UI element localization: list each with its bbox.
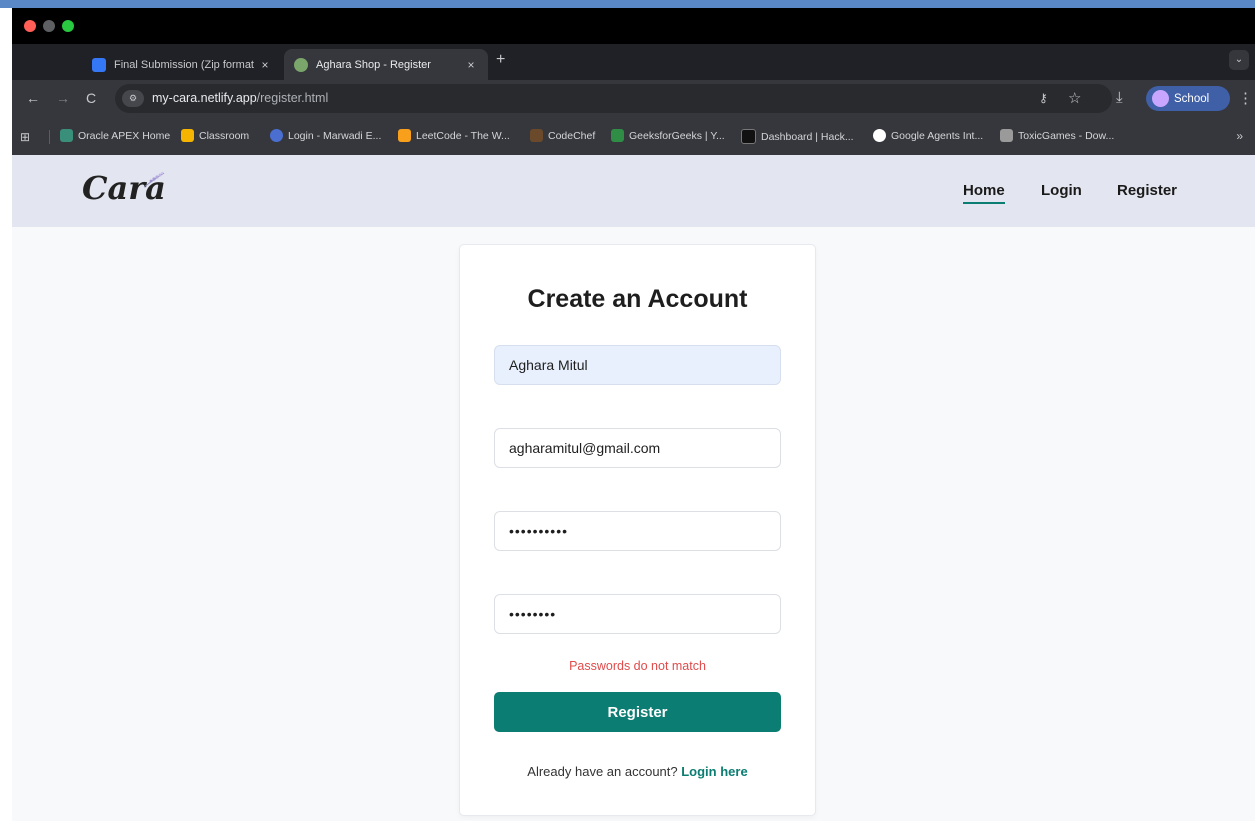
new-tab-button[interactable]: + (496, 51, 505, 69)
desktop-left-strip (0, 8, 12, 821)
bookmark-label: Google Agents Int... (891, 129, 984, 142)
login-here-link[interactable]: Login here (681, 764, 747, 779)
bookmark-label: LeetCode - The W... (416, 129, 510, 142)
forward-arrow-icon[interactable]: → (56, 90, 70, 106)
url-text: my-cara.netlify.app/register.html (152, 91, 328, 105)
bookmarks-bar: ⊞ Oracle APEX Home Classroom Login - Mar… (12, 118, 1255, 155)
download-icon[interactable]: ⤓ (1116, 89, 1123, 106)
tab-search-chevron-icon[interactable]: ⌄ (1229, 50, 1249, 70)
tab-final-submission[interactable]: Final Submission (Zip format × (84, 49, 282, 80)
login-prompt: Already have an account? Login here (460, 764, 815, 779)
reload-icon[interactable]: C (86, 90, 96, 106)
site-favicon-icon (294, 57, 308, 72)
close-window-button[interactable] (24, 20, 36, 32)
tab-close-icon[interactable]: × (256, 58, 274, 72)
more-bookmarks-icon[interactable]: » (1236, 129, 1243, 143)
register-button[interactable]: Register (494, 692, 781, 732)
hackerrank-icon (741, 129, 756, 144)
bookmark-oracle-apex[interactable]: Oracle APEX Home (60, 129, 170, 142)
bookmark-leetcode[interactable]: LeetCode - The W... (398, 129, 510, 142)
bookmark-dashboard-hack[interactable]: Dashboard | Hack... (741, 129, 854, 144)
bookmark-classroom[interactable]: Classroom (181, 129, 249, 142)
site-header: Cara Home Login Register (12, 155, 1255, 227)
leetcode-icon (398, 129, 411, 142)
bookmark-geeksforgeeks[interactable]: GeeksforGeeks | Y... (611, 129, 725, 142)
password-key-icon[interactable]: ⚷ (1039, 91, 1048, 105)
address-bar[interactable]: ⚙ my-cara.netlify.app/register.html ⚷ ☆ (115, 84, 1112, 113)
tab-aghara-shop-register[interactable]: Aghara Shop - Register × (284, 49, 488, 80)
lavender-flower-icon (143, 171, 165, 188)
bookmark-divider (49, 130, 50, 144)
browser-window: Final Submission (Zip format × Aghara Sh… (12, 8, 1255, 821)
bookmark-label: Oracle APEX Home (78, 129, 171, 142)
password-field[interactable] (494, 511, 781, 551)
zoom-window-button[interactable] (62, 20, 74, 32)
browser-toolbar: ← → C ⚙ my-cara.netlify.app/register.htm… (12, 80, 1255, 118)
nav-home-link[interactable]: Home (963, 182, 1005, 199)
bookmark-label: GeeksforGeeks | Y... (629, 129, 725, 142)
bookmark-label: CodeChef (548, 129, 596, 142)
classroom-icon (181, 129, 194, 142)
desktop-top-strip (0, 0, 1255, 8)
apps-grid-icon[interactable]: ⊞ (20, 130, 30, 144)
bookmark-toxicgames[interactable]: ToxicGames - Dow... (1000, 129, 1114, 142)
oracle-apex-icon (60, 129, 73, 142)
codechef-icon (530, 129, 543, 142)
bookmark-label: ToxicGames - Dow... (1018, 129, 1115, 142)
tab-close-icon[interactable]: × (462, 58, 480, 72)
url-path: /register.html (256, 91, 329, 105)
back-arrow-icon[interactable]: ← (26, 90, 40, 106)
browser-menu-icon[interactable]: ⋮ (1238, 89, 1253, 107)
toxicgames-icon (1000, 129, 1013, 142)
password-mismatch-error: Passwords do not match (569, 659, 706, 673)
site-info-icon[interactable]: ⚙ (122, 90, 144, 107)
avatar (1152, 90, 1169, 107)
bookmark-label: Login - Marwadi E... (288, 129, 382, 142)
nav-register-link[interactable]: Register (1117, 182, 1177, 199)
name-field[interactable] (494, 345, 781, 385)
geeksforgeeks-icon (611, 129, 624, 142)
register-card: Create an Account Passwords do not match… (459, 244, 816, 816)
bookmark-codechef[interactable]: CodeChef (530, 129, 595, 142)
url-host: my-cara.netlify.app (152, 91, 257, 105)
classroom-favicon-icon (92, 57, 106, 72)
page-content: Cara Home Login Register Create an Accou… (12, 155, 1255, 821)
confirm-password-field[interactable] (494, 594, 781, 634)
minimize-window-button[interactable] (43, 20, 55, 32)
bookmark-google-agents[interactable]: Google Agents Int... (873, 129, 983, 142)
shield-icon (270, 129, 283, 142)
tab-title: Aghara Shop - Register (316, 58, 431, 71)
email-field[interactable] (494, 428, 781, 468)
google-icon (873, 129, 886, 142)
bookmark-label: Classroom (199, 129, 250, 142)
bookmark-star-icon[interactable]: ☆ (1068, 89, 1081, 107)
bookmark-login-marwadi[interactable]: Login - Marwadi E... (270, 129, 381, 142)
profile-button[interactable]: School (1146, 86, 1230, 111)
login-prompt-text: Already have an account? (527, 764, 682, 779)
nav-login-link[interactable]: Login (1041, 182, 1082, 199)
active-nav-underline (963, 202, 1005, 204)
page-title: Create an Account (527, 285, 748, 313)
tab-title: Final Submission (Zip format (114, 58, 254, 71)
profile-name: School (1174, 92, 1210, 105)
bookmark-label: Dashboard | Hack... (761, 130, 854, 143)
